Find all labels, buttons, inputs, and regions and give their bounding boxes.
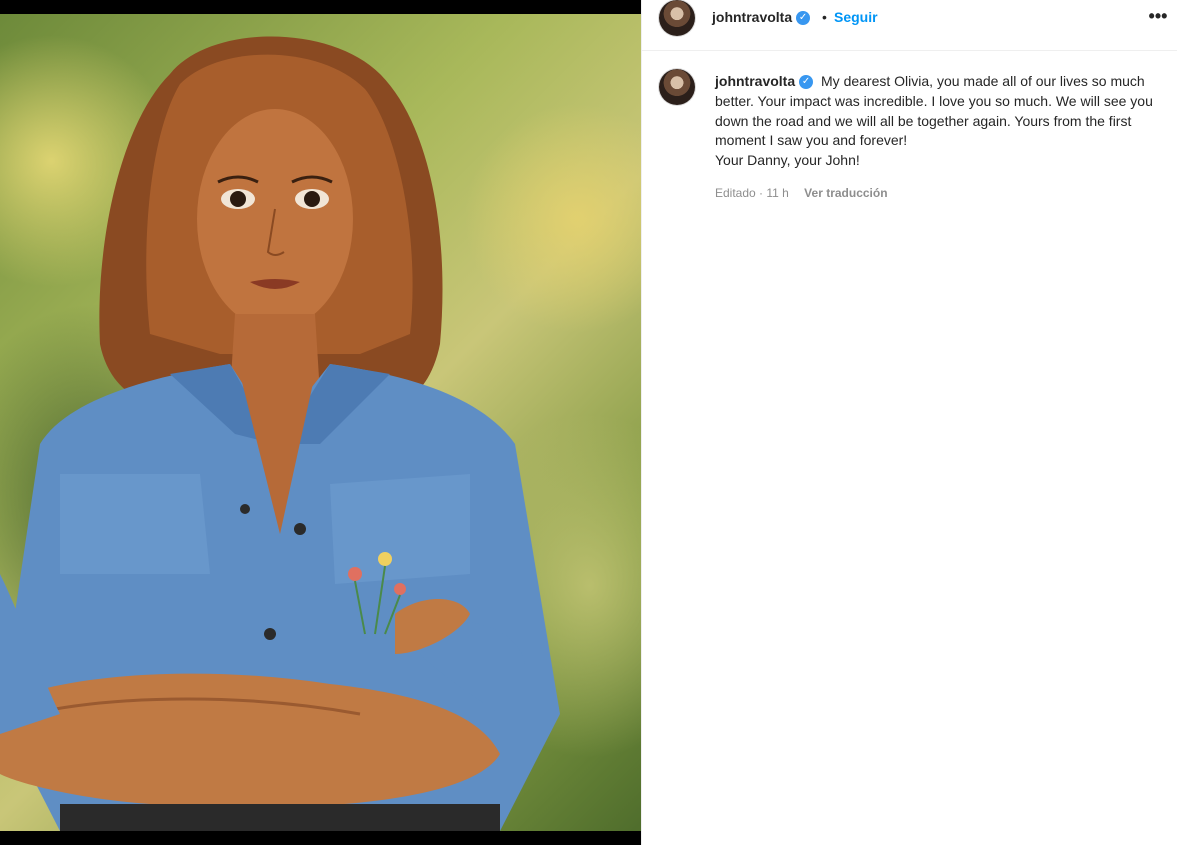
more-options-icon[interactable]: ••• bbox=[1146, 4, 1170, 28]
verified-badge-icon: ✓ bbox=[796, 11, 811, 26]
post-caption: johntravolta ✓ My dearest Olivia, you mad… bbox=[715, 72, 1165, 171]
verified-badge-icon: ✓ bbox=[799, 75, 814, 90]
author-username[interactable]: johntravolta ✓ bbox=[712, 9, 811, 26]
post-media bbox=[0, 0, 641, 845]
post-photo[interactable] bbox=[0, 14, 641, 831]
post-header: johntravolta ✓ • Seguir ••• bbox=[642, 0, 1177, 51]
post-meta: Editado · 11 h Ver traducción bbox=[715, 186, 888, 200]
caption-username[interactable]: johntravolta ✓ bbox=[715, 73, 814, 90]
author-avatar[interactable] bbox=[659, 0, 695, 36]
post-side-panel: johntravolta ✓ • Seguir ••• johntravolta ✓… bbox=[641, 0, 1177, 845]
caption-avatar[interactable] bbox=[659, 69, 695, 105]
separator-dot: • bbox=[822, 9, 827, 25]
follow-button[interactable]: Seguir bbox=[834, 9, 878, 25]
edited-timestamp: Editado · 11 h bbox=[715, 186, 789, 200]
portrait-illustration bbox=[0, 36, 560, 831]
see-translation-link[interactable]: Ver traducción bbox=[804, 186, 887, 200]
